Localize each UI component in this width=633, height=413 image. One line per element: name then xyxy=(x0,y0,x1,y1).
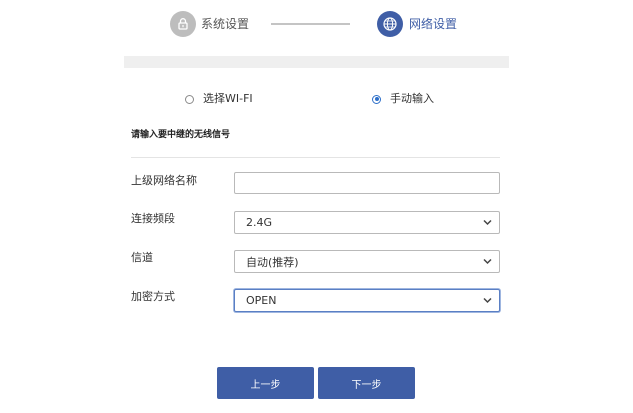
channel-select[interactable]: 自动(推荐) xyxy=(234,250,500,273)
header-divider-band xyxy=(124,56,509,68)
radio-button-checked[interactable] xyxy=(372,94,381,104)
chevron-down-icon xyxy=(483,297,492,304)
radio-manual-input[interactable]: 手动输入 xyxy=(372,92,434,106)
section-title: 请输入要中继的无线信号 xyxy=(131,130,231,140)
globe-icon xyxy=(377,11,403,37)
band-select-value: 2.4G xyxy=(246,216,273,229)
encryption-select-value: OPEN xyxy=(246,294,277,307)
lock-icon xyxy=(170,11,196,37)
channel-select-value: 自动(推荐) xyxy=(246,255,299,269)
step-label-system-settings: 系统设置 xyxy=(201,17,250,31)
chevron-down-icon xyxy=(483,219,492,226)
band-label: 连接频段 xyxy=(131,212,175,225)
channel-label: 信道 xyxy=(131,251,153,264)
next-step-button[interactable]: 下一步 xyxy=(318,367,415,399)
radio-label-manual-input: 手动输入 xyxy=(390,92,434,105)
encryption-label: 加密方式 xyxy=(131,290,175,303)
radio-label-select-wifi: 选择WI-FI xyxy=(203,92,253,105)
section-divider xyxy=(131,157,500,158)
step-label-network-settings: 网络设置 xyxy=(409,17,458,31)
radio-button-unchecked[interactable] xyxy=(185,94,194,104)
previous-step-button[interactable]: 上一步 xyxy=(217,367,314,399)
ssid-label: 上级网络名称 xyxy=(131,174,197,187)
step-connector-line xyxy=(271,23,350,25)
chevron-down-icon xyxy=(483,258,492,265)
radio-select-wifi[interactable]: 选择WI-FI xyxy=(185,92,253,106)
band-select[interactable]: 2.4G xyxy=(234,211,500,234)
encryption-select[interactable]: OPEN xyxy=(234,289,500,312)
ssid-input[interactable] xyxy=(234,172,500,194)
